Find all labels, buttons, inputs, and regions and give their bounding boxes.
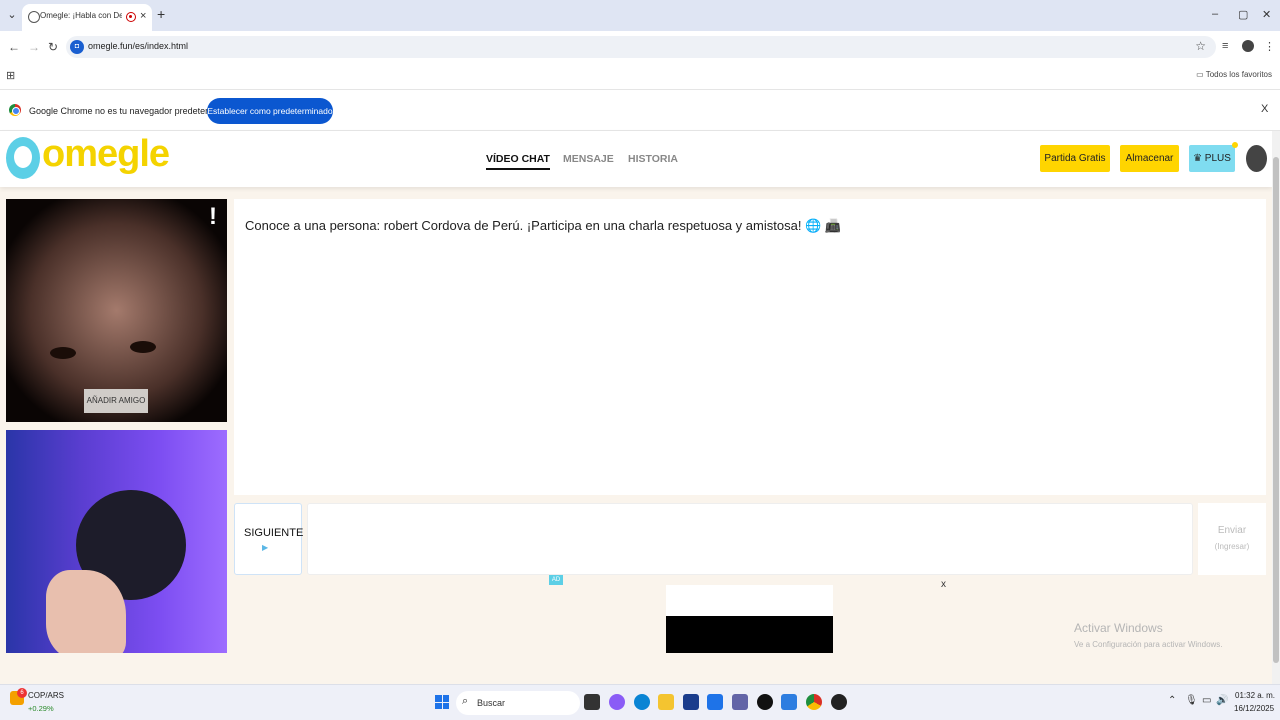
back-icon[interactable]: ← [8, 40, 20, 54]
recording-indicator-icon [126, 12, 136, 22]
notification-dot [1232, 142, 1238, 148]
set-default-button[interactable]: Establecer como predeterminado [207, 98, 333, 124]
bookmarks-bar: ⊞ ▭ Todos los favoritos [0, 63, 1280, 89]
chrome-taskbar-icon[interactable] [806, 694, 822, 710]
taskbar-search[interactable]: ⌕ Buscar [456, 691, 580, 715]
next-button[interactable]: SIGUIENTE ▶ [234, 503, 304, 575]
site-info-icon[interactable]: ◘ [70, 40, 84, 54]
tab-search-chevron-icon[interactable]: ⌄ [4, 7, 20, 23]
windows-taskbar: 6 COP/ARS +0.29% ⌕ Buscar ⌃ 🎙 ▭ 🔊 01:32 … [0, 684, 1280, 720]
activate-windows-title: Activar Windows [1074, 621, 1163, 635]
store-button[interactable]: Almacenar [1120, 145, 1179, 172]
nav-video-chat[interactable]: VÍDEO CHAT [486, 153, 550, 170]
plus-button[interactable]: ♛ PLUS [1189, 145, 1235, 172]
stranger-video: ! AÑADIR AMIGO [6, 199, 227, 422]
browser-toolbar: ← → ↻ ◘ omegle.fun/es/index.html ☆ ≡ ⋮ [0, 31, 1280, 63]
forward-icon[interactable]: → [28, 40, 40, 54]
default-browser-infobar: Google Chrome no es tu navegador predete… [0, 89, 1280, 131]
network-icon[interactable]: ▭ [1202, 695, 1211, 706]
task-view-icon[interactable] [584, 694, 600, 710]
chrome-logo-icon [9, 104, 21, 116]
tiktok-icon[interactable] [757, 694, 773, 710]
report-icon[interactable]: ! [209, 203, 217, 231]
tab-search-icon[interactable]: ≡ [1222, 40, 1228, 52]
tab-title: Omegle: ¡Habla con Descor [40, 11, 122, 20]
bookmark-star-icon[interactable]: ☆ [1195, 39, 1206, 53]
ad-image[interactable] [666, 616, 833, 653]
url-text[interactable]: omegle.fun/es/index.html [88, 41, 188, 51]
app-icon-11[interactable] [831, 694, 847, 710]
all-bookmarks-label: Todos los favoritos [1205, 70, 1272, 79]
site-header: omegle VÍDEO CHAT MENSAJE HISTORIA Parti… [0, 131, 1272, 187]
minimize-icon[interactable]: – [1212, 8, 1218, 20]
video-face-left-eye [50, 347, 76, 359]
teams-icon[interactable] [732, 694, 748, 710]
copilot-icon[interactable] [609, 694, 625, 710]
search-icon: ⌕ [462, 695, 469, 707]
address-bar[interactable]: ◘ omegle.fun/es/index.html ☆ [66, 36, 1216, 58]
video-face-right-eye [130, 341, 156, 353]
send-button-label: Enviar [1217, 525, 1247, 536]
tab-close-icon[interactable]: × [140, 10, 146, 22]
activate-windows-subtitle: Ve a Configuración para activar Windows. [1074, 640, 1223, 649]
chat-log: Conoce a una persona: robert Cordova de … [234, 199, 1266, 495]
tab-favicon-icon [28, 11, 40, 23]
start-menu-icon[interactable] [435, 695, 449, 709]
search-placeholder: Buscar [477, 698, 506, 708]
microphone-icon[interactable]: 🎙 [1185, 695, 1198, 706]
add-friend-button[interactable]: AÑADIR AMIGO [84, 389, 148, 413]
infobar-close-icon[interactable]: X [1261, 103, 1268, 115]
omegle-page: omegle VÍDEO CHAT MENSAJE HISTORIA Parti… [0, 131, 1272, 684]
message-input[interactable] [307, 503, 1193, 575]
ad-close-button[interactable]: x [941, 579, 946, 590]
omegle-logo-icon[interactable] [6, 137, 40, 179]
window-close-icon[interactable]: ✕ [1262, 8, 1271, 21]
self-video [6, 430, 227, 653]
omegle-logo-text[interactable]: omegle [42, 133, 170, 176]
send-button-hint: (Ingresar) [1214, 542, 1250, 551]
widgets-badge: 6 [17, 688, 27, 698]
nav-mensaje[interactable]: MENSAJE [563, 153, 614, 165]
ticker-change: +0.29% [28, 704, 54, 713]
app-icon-9[interactable] [781, 694, 797, 710]
self-video-hand [46, 570, 126, 653]
profile-avatar-icon[interactable] [1242, 40, 1254, 52]
restore-icon[interactable]: ▢ [1238, 8, 1248, 21]
browser-tab-active[interactable]: Omegle: ¡Habla con Descor × [22, 4, 152, 31]
store-app-icon[interactable] [683, 694, 699, 710]
reload-icon[interactable]: ↻ [48, 40, 58, 54]
send-button[interactable]: Enviar (Ingresar) [1198, 503, 1266, 575]
tray-chevron-icon[interactable]: ⌃ [1168, 695, 1176, 706]
app-icon-6[interactable] [707, 694, 723, 710]
clock-date[interactable]: 16/12/2025 [1234, 704, 1274, 713]
nav-historia[interactable]: HISTORIA [628, 153, 678, 165]
edge-icon[interactable] [634, 694, 650, 710]
browser-tab-bar: ⌄ Omegle: ¡Habla con Descor × + – ▢ ✕ [0, 0, 1280, 31]
chrome-menu-icon[interactable]: ⋮ [1264, 40, 1275, 53]
user-avatar[interactable] [1246, 145, 1267, 172]
next-button-label: SIGUIENTE [244, 527, 304, 539]
all-bookmarks-link[interactable]: ▭ Todos los favoritos [1196, 70, 1272, 79]
ad-badge: AD [549, 575, 563, 585]
ticker-name[interactable]: COP/ARS [28, 691, 64, 700]
apps-grid-icon[interactable]: ⊞ [6, 69, 15, 82]
volume-icon[interactable]: 🔊 [1216, 695, 1228, 706]
file-explorer-icon[interactable] [658, 694, 674, 710]
ad-banner[interactable] [666, 585, 833, 653]
new-tab-button[interactable]: + [157, 6, 165, 22]
next-play-icon: ▶ [262, 543, 269, 552]
scrollbar-thumb[interactable] [1273, 157, 1279, 663]
page-scrollbar[interactable] [1272, 131, 1280, 684]
clock-time[interactable]: 01:32 a. m. [1235, 691, 1275, 700]
free-match-button[interactable]: Partida Gratis [1040, 145, 1110, 172]
system-message: Conoce a una persona: robert Cordova de … [245, 218, 842, 233]
